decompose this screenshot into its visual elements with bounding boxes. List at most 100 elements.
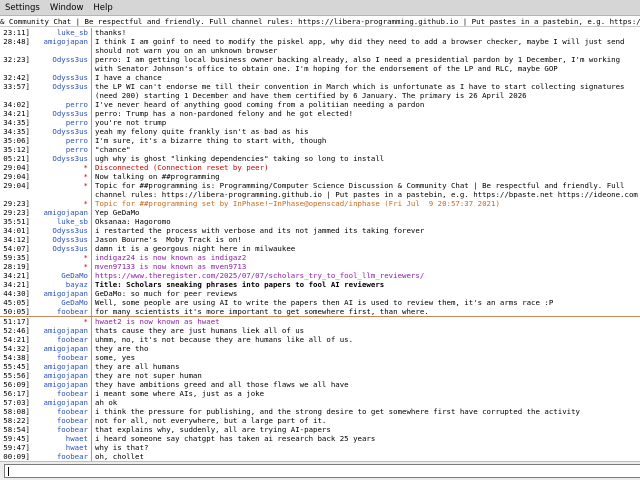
nickname[interactable]: Odyss3us [30,55,92,73]
nickname[interactable]: perro [30,100,92,109]
nickname[interactable]: luke_sb [30,28,92,37]
timestamp: 35:51] [3,217,30,226]
chat-line: 29:04] * Now talking on ##programming [0,172,640,181]
timestamp: 34:01] [3,226,30,235]
chat-line: 54:21] foobear uhmm, no, it's not because … [0,335,640,344]
menu-settings[interactable]: Settings [0,3,45,13]
system-marker: * [30,199,92,208]
message-input[interactable] [4,464,640,478]
message-text: I'm sure, it's a bizarre thing to start … [95,136,327,145]
nickname[interactable]: foobear [30,335,92,344]
timestamp: 50:05] [3,307,30,316]
nickname[interactable]: foobear [30,353,92,362]
timestamp: 35:12] [3,145,30,154]
nickname[interactable]: amigojapan [30,37,92,46]
message-text: i think the pressure for publishing, and… [95,407,580,416]
timestamp: 35:06] [3,136,30,145]
chat-line: 35:51] luke_sb Oksanaa: Hagoromo [0,217,640,226]
nickname[interactable]: Odyss3us [30,82,92,100]
nickname[interactable]: amigojapan [30,371,92,380]
nickname[interactable]: Odyss3us [30,109,92,118]
message-text: oh, chollet [95,452,144,461]
nickname[interactable]: GeDaMo [30,271,92,280]
chat-line: 56:17] foobear i meant some where AIs, jus… [0,389,640,398]
message-text: i restarted the process with verbose and… [95,226,425,235]
timestamp: 32:42] [3,73,30,82]
timestamp: 54:38] [3,353,30,362]
message-text: hwaet2 is now known as hwaet [95,317,220,326]
nickname[interactable]: amigojapan [30,289,92,298]
nickname[interactable]: Odyss3us [30,244,92,253]
system-marker: * [30,253,92,262]
system-marker: * [30,262,92,271]
message-text: thanks! [95,28,127,37]
timestamp: 28:48] [3,37,30,46]
nickname[interactable]: GeDaMo [30,298,92,307]
nickname[interactable]: luke_sb [30,217,92,226]
chat-log[interactable]: 23:11] luke_sb thanks! 28:48] amigojapan I th… [0,28,640,461]
chat-line: 52:46] amigojapan thats cause they are jus… [0,326,640,335]
chat-line: 34:21] GeDaMo https://www.theregister.com/… [0,271,640,280]
nickname[interactable]: amigojapan [30,362,92,371]
input-area [0,461,640,480]
nickname[interactable]: perro [30,145,92,154]
nickname[interactable]: hwaet [30,434,92,443]
nickname[interactable]: foobear [30,425,92,434]
nickname[interactable]: Odyss3us [30,73,92,82]
chat-line: 35:12] perro "chance" [0,145,640,154]
message-text: perro: I am getting local business owner… [95,55,625,73]
nickname[interactable]: foobear [30,307,92,316]
nickname[interactable]: foobear [30,452,92,461]
system-marker: * [30,172,92,181]
nickname[interactable]: bayaz [30,280,92,289]
timestamp: 34:35] [3,127,30,136]
timestamp: 44:30] [3,289,30,298]
message-text: i meant some where AIs, just as a joke [95,389,265,398]
message-text: GeDaMo: so much for peer reviews [95,289,238,298]
message-text: yeah my felony quite frankly isn't as ba… [95,127,309,136]
timestamp: 51:17] [3,317,30,326]
timestamp: 55:45] [3,362,30,371]
message-text: for many scientists it's more important … [95,307,429,316]
nickname[interactable]: amigojapan [30,380,92,389]
timestamp: 56:17] [3,389,30,398]
nickname[interactable]: amigojapan [30,398,92,407]
nickname[interactable]: foobear [30,389,92,398]
message-text: i heard someone say chatgpt has taken ai… [95,434,376,443]
menu-help[interactable]: Help [88,3,117,13]
timestamp: 23:11] [3,28,30,37]
chat-line: 57:03] amigojapan ah ok [0,398,640,407]
chat-line: 51:17] * hwaet2 is now known as hwaet [0,317,640,326]
nickname[interactable]: perro [30,118,92,127]
nickname[interactable]: amigojapan [30,208,92,217]
timestamp: 34:21] [3,271,30,280]
nickname[interactable]: Odyss3us [30,127,92,136]
nickname[interactable]: foobear [30,407,92,416]
nickname[interactable]: hwaet [30,443,92,452]
nickname[interactable]: Odyss3us [30,226,92,235]
nickname[interactable]: Odyss3us [30,154,92,163]
chat-line: 34:21] bayaz Title: Scholars sneaking phra… [0,280,640,289]
nickname[interactable]: perro [30,136,92,145]
menu-window[interactable]: Window [45,3,89,13]
nickname[interactable]: Odyss3us [30,235,92,244]
message-text: not for all, not everywhere, but a large… [95,416,327,425]
chat-line: 54:07] Odyss3us damn it is a georgous nigh… [0,244,640,253]
timestamp: 52:46] [3,326,30,335]
timestamp: 55:56] [3,371,30,380]
timestamp: 29:04] [3,172,30,181]
nickname[interactable]: foobear [30,416,92,425]
nickname[interactable]: amigojapan [30,344,92,353]
channel-topic[interactable]: & Community Chat | Be respectful and fri… [0,16,640,27]
timestamp: 29:23] [3,199,30,208]
chat-line: 55:45] amigojapan they are all humans [0,362,640,371]
message-text: ugh why is ghost "linking dependencies" … [95,154,385,163]
timestamp: 34:12] [3,235,30,244]
message-text: why is that? [95,443,149,452]
nickname[interactable]: amigojapan [30,326,92,335]
chat-line: 33:57] Odyss3us the LP WI can't endorse me… [0,82,640,100]
message-text: Well, some people are using AI to write … [95,298,554,307]
chat-line: 05:21] Odyss3us ugh why is ghost "linking … [0,154,640,163]
timestamp: 34:21] [3,109,30,118]
chat-line: 32:42] Odyss3us I have a chance [0,73,640,82]
